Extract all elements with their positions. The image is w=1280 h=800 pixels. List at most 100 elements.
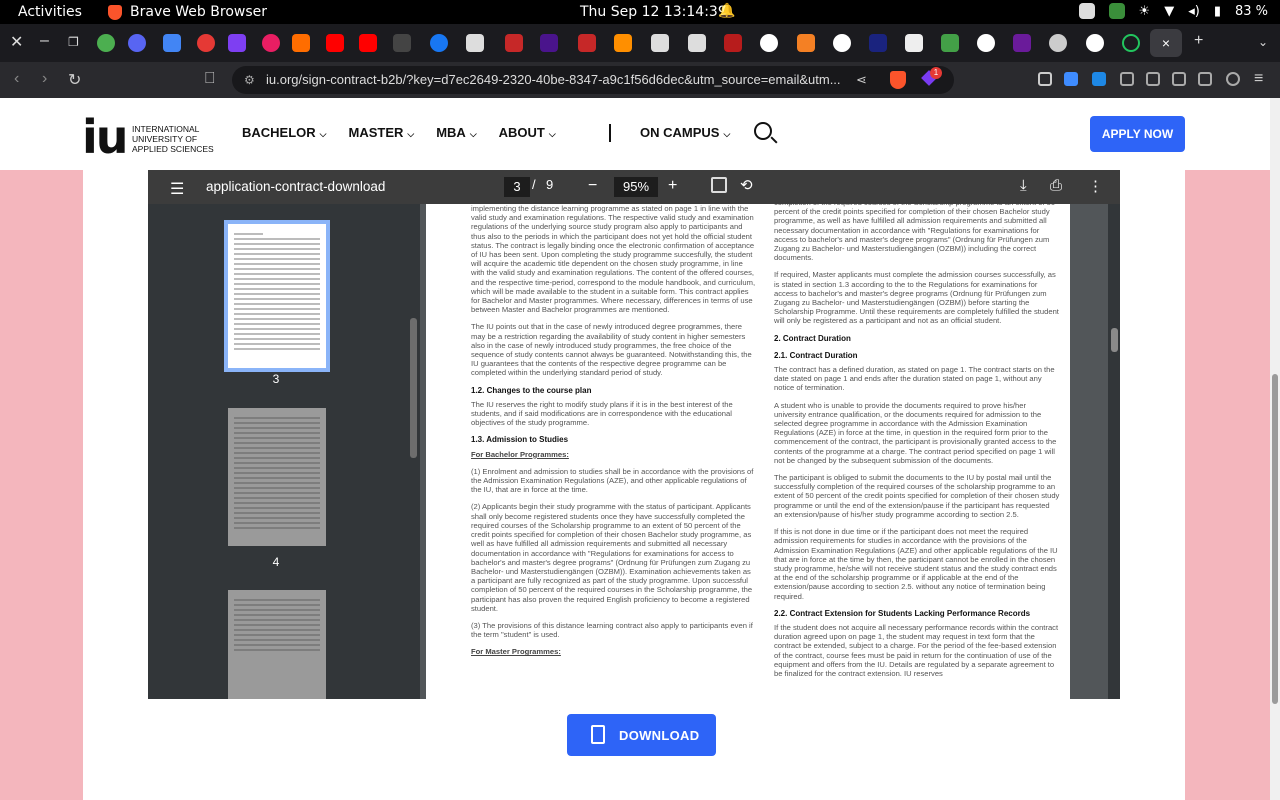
clock[interactable]: Thu Sep 12 13:14:39 [580, 4, 727, 20]
tab-favicon-15[interactable] [578, 34, 596, 52]
thumb-line [234, 278, 320, 280]
thumb-line [234, 527, 320, 529]
tab-favicon-24[interactable] [905, 34, 923, 52]
pdf-document-view[interactable]: implementing the distance learning progr… [420, 204, 1120, 699]
nav-on-campus[interactable]: ON CAMPUS ⌵ [640, 125, 730, 140]
nav-master[interactable]: MASTER ⌵ [349, 125, 415, 140]
apply-now-button[interactable]: APPLY NOW [1090, 116, 1185, 152]
sidebar-toggle-icon[interactable] [1172, 72, 1186, 86]
rotate-icon[interactable]: ⟲ [740, 176, 753, 194]
tab-list-icon[interactable]: ⌄ [1258, 35, 1268, 49]
zoom-input[interactable]: 95% [614, 177, 658, 197]
iu-logo[interactable]: iu [82, 110, 128, 164]
page-thumbnail-3[interactable] [224, 220, 330, 372]
document-scrollbar-thumb[interactable] [1111, 328, 1118, 352]
thumbnail-label: 4 [272, 555, 280, 569]
downloads-icon[interactable] [1146, 72, 1160, 86]
tab-favicon-10[interactable] [393, 34, 411, 52]
pdf-page: implementing the distance learning progr… [426, 204, 1070, 699]
reload-icon[interactable]: ↻ [68, 70, 81, 90]
brave-shields-icon[interactable] [890, 71, 906, 89]
tab-favicon-wordpress[interactable] [1049, 34, 1067, 52]
nav-divider [609, 124, 611, 142]
thumbnail-scrollbar-thumb[interactable] [410, 318, 417, 458]
tab-favicon-docs[interactable] [163, 34, 181, 52]
extension-icon-2[interactable] [1064, 72, 1078, 86]
tab-favicon-5[interactable] [228, 34, 246, 52]
nav-mba[interactable]: MBA ⌵ [436, 125, 476, 140]
tab-favicon-youtube-2[interactable] [359, 34, 377, 52]
tab-favicon-23[interactable] [869, 34, 887, 52]
tab-favicon-google-2[interactable] [833, 34, 851, 52]
url-field[interactable]: ⚙ iu.org/sign-contract-b2b/?key=d7ec2649… [232, 66, 954, 94]
doc-heading: 1.3. Admission to Studies [471, 435, 569, 445]
document-scrollbar[interactable] [1108, 204, 1120, 699]
new-tab-icon[interactable]: + [1194, 32, 1203, 50]
tab-favicon-21[interactable] [797, 34, 815, 52]
tab-favicon-6[interactable] [262, 34, 280, 52]
app-menu[interactable]: Brave Web Browser [108, 4, 267, 20]
tab-favicon-facebook[interactable] [430, 34, 448, 52]
tab-favicon-25[interactable] [941, 34, 959, 52]
pdf-download-icon[interactable]: ⤓ [1020, 177, 1027, 194]
site-header: iu INTERNATIONAL UNIVERSITY OF APPLIED S… [0, 98, 1270, 170]
thumb-line [234, 263, 320, 265]
minimize-icon[interactable]: – [40, 32, 49, 50]
page-scrollbar[interactable] [1270, 98, 1280, 800]
nav-bachelor[interactable]: BACHELOR ⌵ [242, 125, 327, 140]
zoom-out-icon[interactable]: − [588, 177, 597, 195]
forward-icon[interactable]: › [42, 70, 47, 88]
page-thumbnail-5[interactable] [228, 590, 326, 699]
tab-favicon-google-1[interactable] [760, 34, 778, 52]
tab-favicon-27[interactable] [1013, 34, 1031, 52]
browser-menu-icon[interactable]: ≡ [1254, 70, 1263, 88]
fit-page-icon[interactable] [711, 177, 727, 193]
search-icon[interactable] [754, 122, 772, 140]
extension-icon-1[interactable] [1038, 72, 1052, 86]
tab-favicon-19[interactable] [724, 34, 742, 52]
back-icon[interactable]: ‹ [14, 70, 19, 88]
thumb-line [234, 609, 320, 611]
system-tray[interactable]: ☀ ▼ ◂) ▮ 83 % [1078, 3, 1268, 19]
page-scrollbar-thumb[interactable] [1272, 374, 1278, 704]
thumb-line [234, 457, 320, 459]
activities-button[interactable]: Activities [18, 4, 82, 20]
tab-favicon-18[interactable] [688, 34, 706, 52]
close-window-icon[interactable]: ✕ [10, 32, 23, 52]
thumb-line [234, 248, 320, 250]
thumb-line [234, 482, 320, 484]
zoom-in-icon[interactable]: + [668, 177, 677, 195]
page-thumbnail-4[interactable] [228, 408, 326, 546]
active-tab-close-button[interactable]: × [1150, 29, 1182, 57]
logo-subtitle: INTERNATIONAL UNIVERSITY OF APPLIED SCIE… [132, 124, 214, 154]
extension-icon-3[interactable] [1092, 72, 1106, 86]
wallet-icon[interactable] [1198, 72, 1212, 86]
tab-favicon-youtube-1[interactable] [326, 34, 344, 52]
more-options-icon[interactable]: ⋮ [1088, 177, 1103, 195]
tab-favicon-12[interactable] [466, 34, 484, 52]
thumbnail-scrollbar[interactable] [408, 204, 420, 699]
restore-icon[interactable]: ❐ [68, 35, 79, 49]
tab-favicon-2[interactable] [128, 34, 146, 52]
nav-about[interactable]: ABOUT ⌵ [499, 125, 556, 140]
tab-favicon-14[interactable] [540, 34, 558, 52]
site-info-icon[interactable]: ⚙ [244, 66, 255, 94]
tab-favicon-16[interactable] [614, 34, 632, 52]
download-button[interactable]: DOWNLOAD [567, 714, 716, 756]
page-number-input[interactable]: 3 [504, 177, 530, 197]
tab-favicon-13[interactable] [505, 34, 523, 52]
extensions-puzzle-icon[interactable] [1120, 72, 1134, 86]
bookmark-icon[interactable]: ⎕ [205, 70, 215, 88]
print-icon[interactable]: ⎙ [1050, 177, 1062, 194]
logo-line: APPLIED SCIENCES [132, 144, 214, 154]
tab-favicon-google-4[interactable] [1086, 34, 1104, 52]
tab-favicon-grammarly[interactable] [1122, 34, 1140, 52]
tab-favicon-17[interactable] [651, 34, 669, 52]
tab-favicon-google-3[interactable] [977, 34, 995, 52]
share-icon[interactable]: ⋖ [856, 72, 867, 88]
tab-favicon-4[interactable] [197, 34, 215, 52]
tab-favicon-7[interactable] [292, 34, 310, 52]
leo-ai-icon[interactable] [1226, 72, 1240, 86]
tab-favicon-1[interactable] [97, 34, 115, 52]
doc-paragraph: implementing the distance learning progr… [471, 204, 756, 315]
